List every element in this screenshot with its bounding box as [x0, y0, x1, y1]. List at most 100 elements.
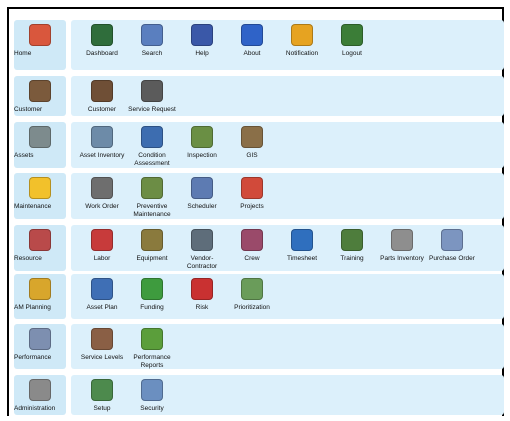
menu-item-purchase-order[interactable]: Purchase Order [426, 225, 478, 263]
shield-icon [141, 379, 163, 401]
menu-item-search[interactable]: Search [126, 20, 178, 58]
menu-row-customer: Customer Customer Service Request [14, 76, 504, 116]
menu-item-prioritization[interactable]: Prioritization [226, 274, 278, 312]
menu-item-training[interactable]: Training [326, 225, 378, 263]
menu-item-service-levels[interactable]: Service Levels [76, 324, 128, 362]
menu-item-label: Preventive Maintenance [133, 203, 171, 218]
menu-item-performance-reports[interactable]: Performance Reports [126, 324, 178, 370]
menu-item-risk[interactable]: Risk [176, 274, 228, 312]
vendor-icon [191, 229, 213, 251]
bell-icon [291, 24, 313, 46]
help-icon [191, 24, 213, 46]
menu-item-crew[interactable]: Crew [226, 225, 278, 263]
menu-item-timesheet[interactable]: Timesheet [276, 225, 328, 263]
dollar-icon [141, 278, 163, 300]
menu-item-notification[interactable]: Notification [276, 20, 328, 58]
menu-item-about[interactable]: About [226, 20, 278, 58]
menu-item-inspection[interactable]: Inspection [176, 122, 228, 160]
category-maintenance[interactable]: Maintenance [14, 173, 66, 219]
menu-item-label: GIS [246, 152, 258, 159]
menu-item-labor[interactable]: Labor [76, 225, 128, 263]
menu-item-label: About [243, 50, 261, 57]
menu-item-label: Dashboard [86, 50, 118, 57]
menu-item-work-order[interactable]: Work Order [76, 173, 128, 211]
menu-item-label: Scheduler [187, 203, 217, 210]
menu-item-asset-plan[interactable]: Asset Plan [76, 274, 128, 312]
purchase-order-icon [441, 229, 463, 251]
menu-item-help[interactable]: Help [176, 20, 228, 58]
menu-item-setup[interactable]: Setup [76, 375, 128, 413]
menu-item-scheduler[interactable]: Scheduler [176, 173, 228, 211]
menu-item-label: Customer [87, 106, 117, 113]
labor-icon [91, 229, 113, 251]
condition-assessment-icon [141, 126, 163, 148]
menu-item-label: Vendor-Contractor [186, 255, 218, 270]
category-label: Customer [14, 106, 43, 113]
menu-item-customer[interactable]: Customer [76, 76, 128, 114]
menu-item-label: Inspection [187, 152, 217, 159]
menu-item-asset-inventory[interactable]: Asset Inventory [76, 122, 128, 160]
building-icon [29, 126, 51, 148]
home-icon [29, 24, 51, 46]
menu-item-label: Training [340, 255, 364, 262]
menu-row-administration: Administration Setup Security [14, 375, 504, 415]
menu-item-vendor-contractor[interactable]: Vendor-Contractor [176, 225, 228, 271]
parts-icon [391, 229, 413, 251]
menu-item-logout[interactable]: Logout [326, 20, 378, 58]
category-assets[interactable]: Assets [14, 122, 66, 168]
service-request-icon [141, 80, 163, 102]
category-home[interactable]: Home [14, 20, 66, 70]
menu-item-label: Timesheet [286, 255, 318, 262]
category-resource[interactable]: Resource [14, 225, 66, 271]
reports-icon [141, 328, 163, 350]
hardhat-icon [29, 177, 51, 199]
menu-item-label: Asset Inventory [79, 152, 125, 159]
menu-item-label: Parts Inventory [380, 255, 424, 262]
menu-item-label: Asset Plan [86, 304, 118, 311]
menu-row-performance: Performance Service Levels Performance Rep… [14, 324, 504, 369]
search-icon [141, 24, 163, 46]
menu-item-label: Work Order [85, 203, 119, 210]
door-icon [341, 24, 363, 46]
menu-item-security[interactable]: Security [126, 375, 178, 413]
category-label: Resource [14, 255, 42, 262]
category-label: Maintenance [14, 203, 52, 210]
menu-item-parts-inventory[interactable]: Parts Inventory [376, 225, 428, 263]
menu-item-projects[interactable]: Projects [226, 173, 278, 211]
category-customer[interactable]: Customer [14, 76, 66, 116]
category-administration[interactable]: Administration [14, 375, 66, 415]
menu-item-label: Labor [93, 255, 111, 262]
category-label: Performance [14, 354, 52, 361]
menu-item-label: Setup [93, 405, 111, 412]
resource-icon [29, 229, 51, 251]
category-am-planning[interactable]: AM Planning [14, 274, 66, 319]
customer-icon [91, 80, 113, 102]
menu-item-label: Equipment [136, 255, 168, 262]
menu-item-gis[interactable]: GIS [226, 122, 278, 160]
menu-item-label: Crew [244, 255, 260, 262]
menu-item-service-request[interactable]: Service Request [126, 76, 178, 114]
menu-item-dashboard[interactable]: Dashboard [76, 20, 128, 58]
category-performance[interactable]: Performance [14, 324, 66, 369]
menu-row-home: Home Dashboard Search Help About Notification… [14, 20, 504, 70]
scheduler-icon [191, 177, 213, 199]
gis-icon [241, 126, 263, 148]
asset-plan-icon [91, 278, 113, 300]
admin-icon [29, 379, 51, 401]
handshake-icon [91, 328, 113, 350]
setup-icon [91, 379, 113, 401]
menu-item-label: Condition Assessment [134, 152, 170, 167]
menu-item-preventive-maintenance[interactable]: Preventive Maintenance [126, 173, 178, 219]
menu-item-label: Projects [240, 203, 264, 210]
menu-item-label: Help [195, 50, 209, 57]
menu-item-equipment[interactable]: Equipment [126, 225, 178, 263]
category-label: Administration [14, 405, 56, 412]
planning-icon [29, 278, 51, 300]
category-label: AM Planning [14, 304, 51, 311]
preventive-maintenance-icon [141, 177, 163, 199]
menu-item-label: Performance Reports [133, 354, 171, 369]
menu-item-condition-assessment[interactable]: Condition Assessment [126, 122, 178, 168]
menu-item-funding[interactable]: Funding [126, 274, 178, 312]
category-label: Assets [14, 152, 34, 159]
training-icon [341, 229, 363, 251]
